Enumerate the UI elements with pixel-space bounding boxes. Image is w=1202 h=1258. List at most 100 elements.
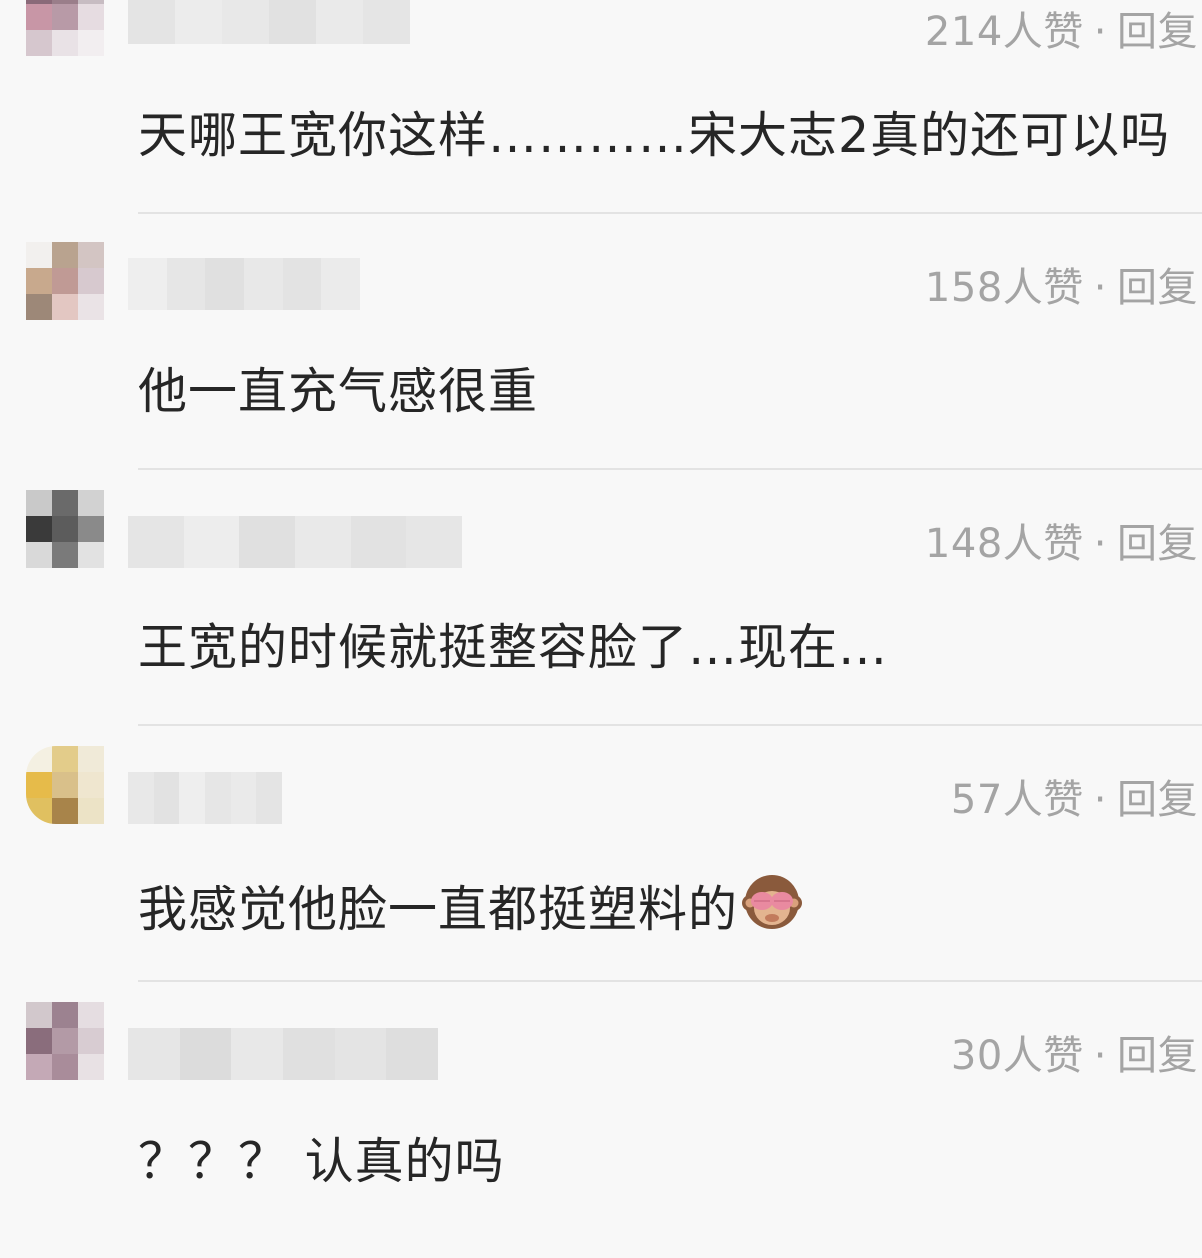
username-pixel (244, 258, 283, 310)
username-pixel (282, 258, 322, 310)
avatar-pixel (52, 268, 78, 294)
avatar-pixel (52, 294, 78, 320)
comment-item: 30人赞 · 回复 ？？？ 认真的吗 (0, 1002, 1202, 1258)
like-count[interactable]: 214人赞 (925, 9, 1084, 55)
comment-item: 148人赞 · 回复 王宽的时候就挺整容脸了…现在… (0, 490, 1202, 746)
username-pixel (128, 516, 184, 568)
avatar-pixel (26, 30, 52, 56)
username-blurred[interactable] (128, 0, 410, 44)
username-blurred[interactable] (128, 772, 283, 824)
see-no-evil-monkey-icon (742, 872, 803, 948)
username-blurred[interactable] (128, 1028, 439, 1080)
like-count[interactable]: 158人赞 (925, 265, 1084, 311)
reply-link[interactable]: 回复 (1117, 265, 1198, 311)
comment-text: ？？？ 认真的吗 (138, 1133, 505, 1190)
avatar-pixel (52, 746, 78, 772)
meta-separator: · (1093, 265, 1107, 311)
avatar-pixel (78, 1002, 104, 1028)
username-pixel (363, 0, 410, 44)
username-pixel (175, 0, 222, 44)
avatar-pixel (26, 242, 52, 268)
username-pixel (321, 258, 361, 310)
comment-text: 王宽的时候就挺整容脸了…现在… (138, 619, 889, 676)
avatar-pixel (78, 542, 104, 568)
avatar[interactable] (26, 746, 104, 824)
avatar-pixel (52, 542, 78, 568)
username-pixel (406, 516, 463, 568)
reply-link[interactable]: 回复 (1117, 777, 1198, 823)
avatar-pixel (26, 772, 52, 798)
username-pixel (334, 1028, 387, 1080)
meta-separator: · (1093, 777, 1107, 823)
username-pixel (205, 772, 231, 824)
avatar[interactable] (26, 1002, 104, 1080)
avatar-pixel (26, 1002, 52, 1028)
username-pixel (256, 772, 283, 824)
comment-text: 我感觉他脸一直都挺塑料的 (138, 872, 803, 948)
username-blurred[interactable] (128, 516, 463, 568)
avatar-pixel (26, 516, 52, 542)
avatar-pixel (52, 798, 78, 824)
avatar[interactable] (26, 242, 104, 320)
username-blurred[interactable] (128, 258, 361, 310)
comment-meta: 158人赞 · 回复 (925, 262, 1198, 314)
like-count[interactable]: 30人赞 (951, 1033, 1084, 1079)
reply-link[interactable]: 回复 (1117, 1033, 1198, 1079)
username-pixel (128, 1028, 180, 1080)
avatar-pixel (52, 1028, 78, 1054)
username-pixel (239, 516, 296, 568)
avatar-pixel (78, 30, 104, 56)
avatar-pixel (52, 1002, 78, 1028)
avatar-pixel (78, 268, 104, 294)
username-pixel (316, 0, 363, 44)
comment-list: 214人赞 · 回复 天哪王宽你这样…………宋大志2真的还可以吗 158人赞 · 回复 … (0, 0, 1202, 1212)
divider (138, 212, 1202, 214)
avatar-pixel (52, 30, 78, 56)
avatar-pixel (78, 4, 104, 30)
username-pixel (231, 1028, 284, 1080)
avatar-pixel (26, 746, 52, 772)
username-pixel (350, 516, 407, 568)
username-pixel (179, 772, 206, 824)
username-pixel (128, 0, 175, 44)
avatar[interactable] (26, 0, 104, 56)
avatar-pixel (78, 516, 104, 542)
like-count[interactable]: 57人赞 (951, 777, 1084, 823)
avatar-pixel (26, 1054, 52, 1080)
avatar-pixel (26, 4, 52, 30)
avatar-pixel (26, 798, 52, 824)
username-pixel (128, 772, 154, 824)
comment-text: 天哪王宽你这样…………宋大志2真的还可以吗 (138, 107, 1171, 164)
avatar-pixel (78, 1028, 104, 1054)
avatar-pixel (52, 772, 78, 798)
divider (138, 724, 1202, 726)
divider (138, 468, 1202, 470)
comment-meta: 57人赞 · 回复 (951, 774, 1198, 826)
divider (138, 980, 1202, 982)
reply-link[interactable]: 回复 (1117, 521, 1198, 567)
avatar-pixel (78, 1054, 104, 1080)
comment-item: 57人赞 · 回复 我感觉他脸一直都挺塑料的 (0, 746, 1202, 1002)
username-pixel (283, 1028, 335, 1080)
meta-separator: · (1093, 1033, 1107, 1079)
comment-meta: 148人赞 · 回复 (925, 518, 1198, 570)
avatar-pixel (78, 490, 104, 516)
like-count[interactable]: 148人赞 (925, 521, 1084, 567)
avatar-pixel (78, 746, 104, 772)
avatar-pixel (26, 542, 52, 568)
avatar-pixel (52, 4, 78, 30)
username-pixel (179, 1028, 232, 1080)
username-pixel (386, 1028, 439, 1080)
comment-item: 158人赞 · 回复 他一直充气感很重 (0, 234, 1202, 490)
username-pixel (269, 0, 316, 44)
avatar-pixel (78, 798, 104, 824)
avatar-pixel (78, 294, 104, 320)
meta-separator: · (1093, 9, 1107, 55)
username-pixel (205, 258, 245, 310)
comment-item: 214人赞 · 回复 天哪王宽你这样…………宋大志2真的还可以吗 (0, 0, 1202, 234)
avatar-pixel (26, 490, 52, 516)
reply-link[interactable]: 回复 (1117, 9, 1198, 55)
avatar-pixel (78, 772, 104, 798)
avatar[interactable] (26, 490, 104, 568)
comment-text-content: 我感觉他脸一直都挺塑料的 (138, 881, 739, 938)
